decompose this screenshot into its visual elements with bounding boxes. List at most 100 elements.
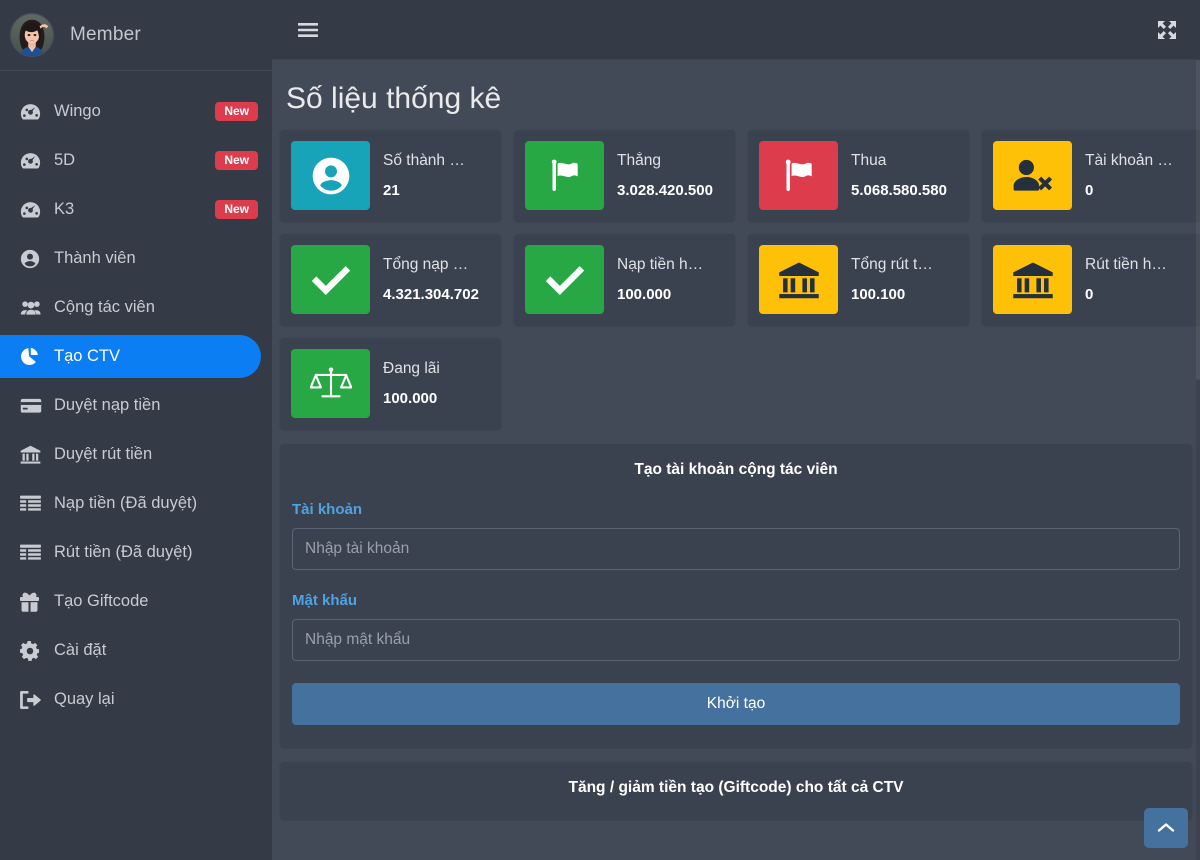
sidebar-item-badge: New bbox=[215, 200, 258, 219]
sign-out-icon bbox=[20, 691, 48, 709]
bank-icon bbox=[20, 445, 48, 464]
stat-card-body: Thua5.068.580.580 bbox=[838, 141, 947, 210]
stat-card-body: Đang lãi 100.000 bbox=[370, 349, 440, 418]
stat-card: Thua5.068.580.580 bbox=[748, 130, 969, 221]
sidebar-item-label: Tạo Giftcode bbox=[54, 592, 148, 611]
sidebar-item-label: K3 bbox=[54, 200, 74, 219]
check-icon bbox=[525, 245, 604, 314]
chevron-up-icon bbox=[1157, 822, 1175, 834]
tachometer-icon bbox=[20, 152, 48, 170]
stat-card-label: Đang lãi bbox=[383, 360, 440, 378]
stat-card-body: Tổng rút t…100.100 bbox=[838, 245, 933, 314]
scroll-to-top-button[interactable] bbox=[1144, 808, 1188, 848]
submit-create-button[interactable]: Khởi tạo bbox=[292, 683, 1180, 725]
stat-card-label: Số thành … bbox=[383, 152, 465, 170]
account-field-label: Tài khoản bbox=[292, 501, 1180, 518]
stat-card: Tài khoản … 0 bbox=[982, 130, 1200, 221]
stat-card-value: 0 bbox=[1085, 286, 1167, 303]
stat-card-value: 100.100 bbox=[851, 286, 933, 303]
avatar bbox=[10, 13, 54, 57]
check-icon bbox=[291, 245, 370, 314]
tachometer-icon bbox=[20, 201, 48, 219]
scrollbar-thumb[interactable] bbox=[1196, 60, 1200, 380]
stat-card: Rút tiền h…0 bbox=[982, 234, 1200, 325]
sidebar-item-label: Duyệt rút tiền bbox=[54, 445, 152, 464]
sidebar-item-th-nh-vi-n[interactable]: Thành viên bbox=[0, 237, 272, 280]
sidebar-item-wingo[interactable]: Wingo New bbox=[0, 90, 272, 133]
sidebar-item-duy-t-n-p-ti-n[interactable]: Duyệt nạp tiền bbox=[0, 384, 272, 427]
sidebar-item-n-p-ti-n-duy-t[interactable]: Nạp tiền (Đã duyệt) bbox=[0, 482, 272, 525]
sidebar-item-c-ng-t-c-vi-n[interactable]: Cộng tác viên bbox=[0, 286, 272, 329]
topbar bbox=[272, 0, 1200, 60]
stat-card-value: 21 bbox=[383, 182, 465, 199]
sidebar-item-badge: New bbox=[215, 151, 258, 170]
stat-card: Tổng rút t…100.100 bbox=[748, 234, 969, 325]
sidebar-item-t-o-giftcode[interactable]: Tạo Giftcode bbox=[0, 580, 272, 623]
sidebar-item-duy-t-r-t-ti-n[interactable]: Duyệt rút tiền bbox=[0, 433, 272, 476]
stat-card-value: 0 bbox=[1085, 182, 1173, 199]
page-title: Số liệu thống kê bbox=[272, 60, 1200, 130]
sidebar-item-r-t-ti-n-duy-t[interactable]: Rút tiền (Đã duyệt) bbox=[0, 531, 272, 574]
stat-card: Đang lãi 100.000 bbox=[280, 338, 501, 429]
sidebar-user-block[interactable]: Member bbox=[0, 0, 272, 71]
main-area: Số liệu thống kê Số thành … 21 Thắng 3.028.… bbox=[272, 0, 1200, 860]
stat-card-body: Nạp tiền h… 100.000 bbox=[604, 245, 703, 314]
stat-card: Tổng nạp … 4.321.304.702 bbox=[280, 234, 501, 325]
credit-card-icon bbox=[20, 398, 48, 414]
password-field-label: Mật khẩu bbox=[292, 592, 1180, 609]
sidebar-nav: Wingo New 5D New K3 New Thành viên Cộng tác viê… bbox=[0, 71, 272, 860]
vertical-scrollbar[interactable] bbox=[1196, 60, 1200, 860]
sidebar-item-t-o-ctv[interactable]: Tạo CTV bbox=[0, 335, 261, 378]
flag-icon bbox=[525, 141, 604, 210]
stat-card: Thắng 3.028.420.500 bbox=[514, 130, 735, 221]
stat-card-label: Tổng nạp … bbox=[383, 256, 479, 274]
stat-card-body: Rút tiền h…0 bbox=[1072, 245, 1167, 314]
stat-cards-grid: Số thành … 21 Thắng 3.028.420.500 Thua5.068.… bbox=[272, 130, 1200, 429]
pie-chart-icon bbox=[20, 347, 48, 366]
stat-card-value: 100.000 bbox=[617, 286, 703, 303]
sidebar-item-label: 5D bbox=[54, 151, 75, 170]
stat-card-value: 4.321.304.702 bbox=[383, 286, 479, 303]
stat-card: Số thành … 21 bbox=[280, 130, 501, 221]
user-avatar-photo-icon bbox=[11, 14, 53, 56]
sidebar-item-quay-l-i[interactable]: Quay lại bbox=[0, 678, 272, 721]
giftcode-panel: Tăng / giảm tiền tạo (Giftcode) cho tất … bbox=[280, 762, 1192, 819]
bank-icon bbox=[759, 245, 838, 314]
user-times-icon bbox=[993, 141, 1072, 210]
stat-card-value: 5.068.580.580 bbox=[851, 182, 947, 199]
stat-card-label: Tài khoản … bbox=[1085, 152, 1173, 170]
stat-card-label: Nạp tiền h… bbox=[617, 256, 703, 274]
user-circle-icon bbox=[20, 249, 48, 269]
stat-card-body: Số thành … 21 bbox=[370, 141, 465, 210]
flag-icon bbox=[759, 141, 838, 210]
panel-title: Tạo tài khoản cộng tác viên bbox=[292, 461, 1180, 479]
sidebar-user-name: Member bbox=[70, 24, 141, 46]
sidebar-item-k3[interactable]: K3 New bbox=[0, 188, 272, 231]
balance-scale-icon bbox=[291, 349, 370, 418]
sidebar-item-label: Cài đặt bbox=[54, 641, 106, 660]
stat-card-body: Tài khoản … 0 bbox=[1072, 141, 1173, 210]
sidebar-item-label: Duyệt nạp tiền bbox=[54, 396, 160, 415]
create-ctv-panel: Tạo tài khoản cộng tác viên Tài khoản Mậ… bbox=[280, 444, 1192, 747]
sidebar-item-c-i-t[interactable]: Cài đặt bbox=[0, 629, 272, 672]
stat-card-label: Thắng bbox=[617, 152, 713, 170]
sidebar-item-label: Thành viên bbox=[54, 249, 136, 268]
user-circle-icon bbox=[291, 141, 370, 210]
stat-card-body: Tổng nạp … 4.321.304.702 bbox=[370, 245, 479, 314]
sidebar-item-label: Cộng tác viên bbox=[54, 298, 155, 317]
list-icon bbox=[20, 495, 48, 512]
expand-arrows-icon[interactable] bbox=[1156, 19, 1178, 41]
sidebar-item-badge: New bbox=[215, 102, 258, 121]
stat-card-value: 100.000 bbox=[383, 390, 440, 407]
content-scroll-area[interactable]: Số liệu thống kê Số thành … 21 Thắng 3.028.… bbox=[272, 60, 1200, 860]
gift-icon bbox=[20, 592, 48, 612]
password-input[interactable] bbox=[292, 619, 1180, 661]
sidebar-item-label: Quay lại bbox=[54, 690, 115, 709]
hamburger-icon[interactable] bbox=[298, 22, 318, 38]
sidebar-item-label: Wingo bbox=[54, 102, 101, 121]
app-root: Member Wingo New 5D New K3 New Thành viên Cộng … bbox=[0, 0, 1200, 860]
stat-card-value: 3.028.420.500 bbox=[617, 182, 713, 199]
sidebar-item-5d[interactable]: 5D New bbox=[0, 139, 272, 182]
giftcode-panel-title: Tăng / giảm tiền tạo (Giftcode) cho tất … bbox=[292, 779, 1180, 797]
account-input[interactable] bbox=[292, 528, 1180, 570]
